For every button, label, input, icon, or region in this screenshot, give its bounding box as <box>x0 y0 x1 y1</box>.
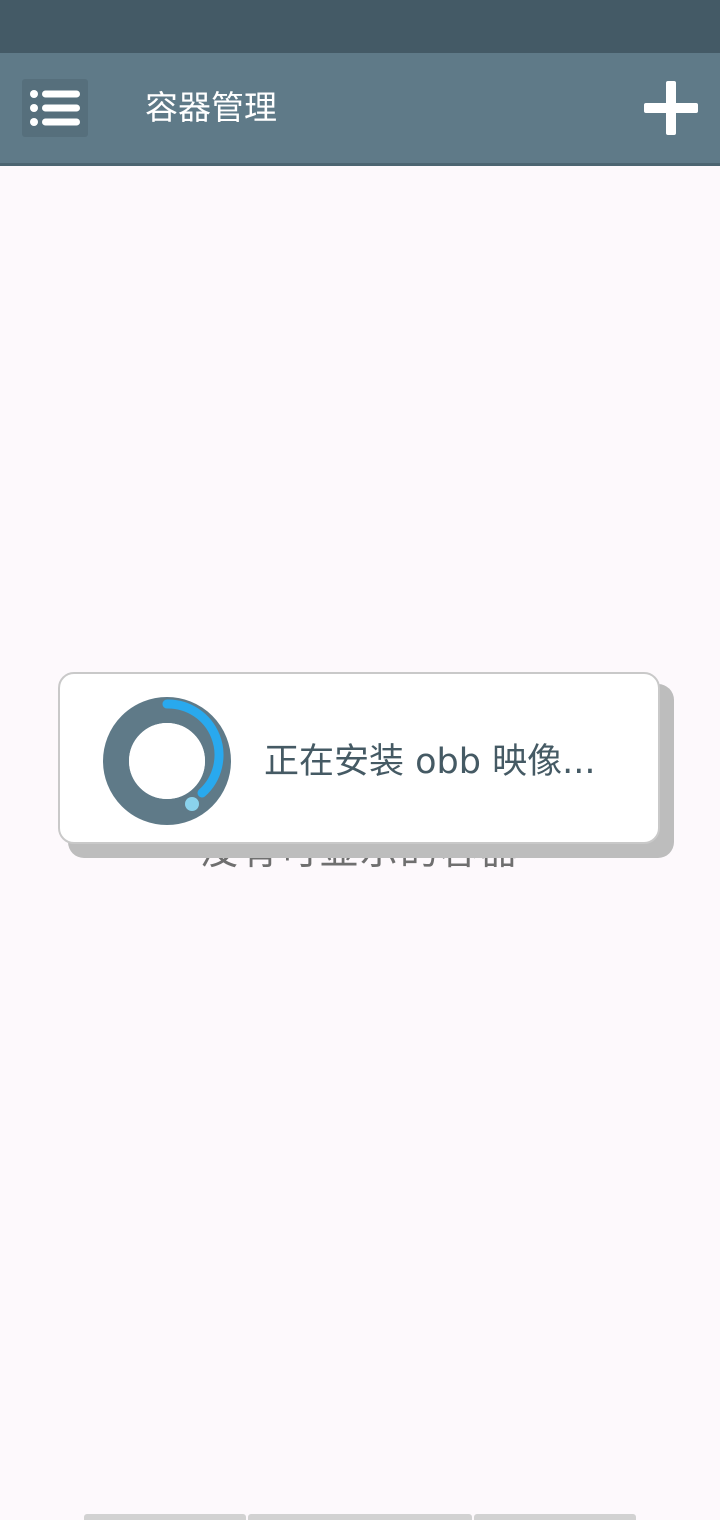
progress-dialog: 正在安装 obb 映像... <box>58 672 660 844</box>
plus-icon <box>644 81 698 135</box>
app-bar: 容器管理 <box>0 53 720 166</box>
menu-button[interactable] <box>22 79 88 137</box>
list-menu-icon <box>30 90 80 126</box>
status-bar <box>0 0 720 53</box>
nav-hint-segment <box>474 1514 636 1520</box>
loading-spinner-icon <box>103 697 231 825</box>
nav-hint-segment <box>84 1514 246 1520</box>
page-title: 容器管理 <box>145 88 277 127</box>
add-container-button[interactable] <box>640 77 702 139</box>
dialog-message: 正在安装 obb 映像... <box>264 742 596 782</box>
nav-hint-segment <box>248 1514 472 1520</box>
